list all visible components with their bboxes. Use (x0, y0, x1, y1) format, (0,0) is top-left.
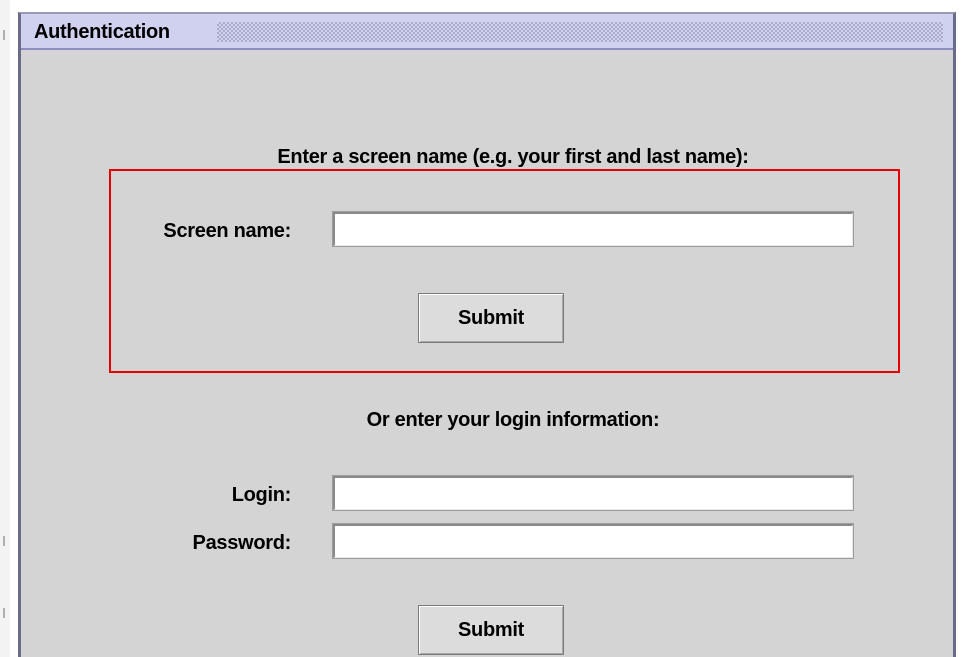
screen-name-label: Screen name: (163, 220, 291, 242)
login-input[interactable] (332, 475, 854, 511)
screen-name-submit-label: Submit (458, 306, 524, 329)
password-label: Password: (192, 532, 292, 554)
background-window-tick (3, 536, 5, 546)
background-window-tick (3, 30, 5, 40)
dialog-title: Authentication (34, 21, 170, 43)
background-window-edge (0, 0, 10, 657)
screen-name-prompt: Enter a screen name (e.g. your first and… (277, 146, 749, 168)
login-submit-label: Submit (458, 618, 524, 641)
screen-name-input[interactable] (332, 211, 854, 247)
authentication-dialog: Authentication Enter a screen name (e.g.… (18, 12, 956, 657)
login-prompt: Or enter your login information: (366, 409, 660, 431)
password-input[interactable] (332, 523, 854, 559)
titlebar-drag-texture (217, 22, 943, 42)
screen-name-submit-button[interactable]: Submit (418, 293, 564, 343)
login-label: Login: (231, 484, 292, 506)
background-window-tick (3, 608, 5, 618)
dialog-titlebar[interactable]: Authentication (21, 14, 953, 50)
login-submit-button[interactable]: Submit (418, 605, 564, 655)
